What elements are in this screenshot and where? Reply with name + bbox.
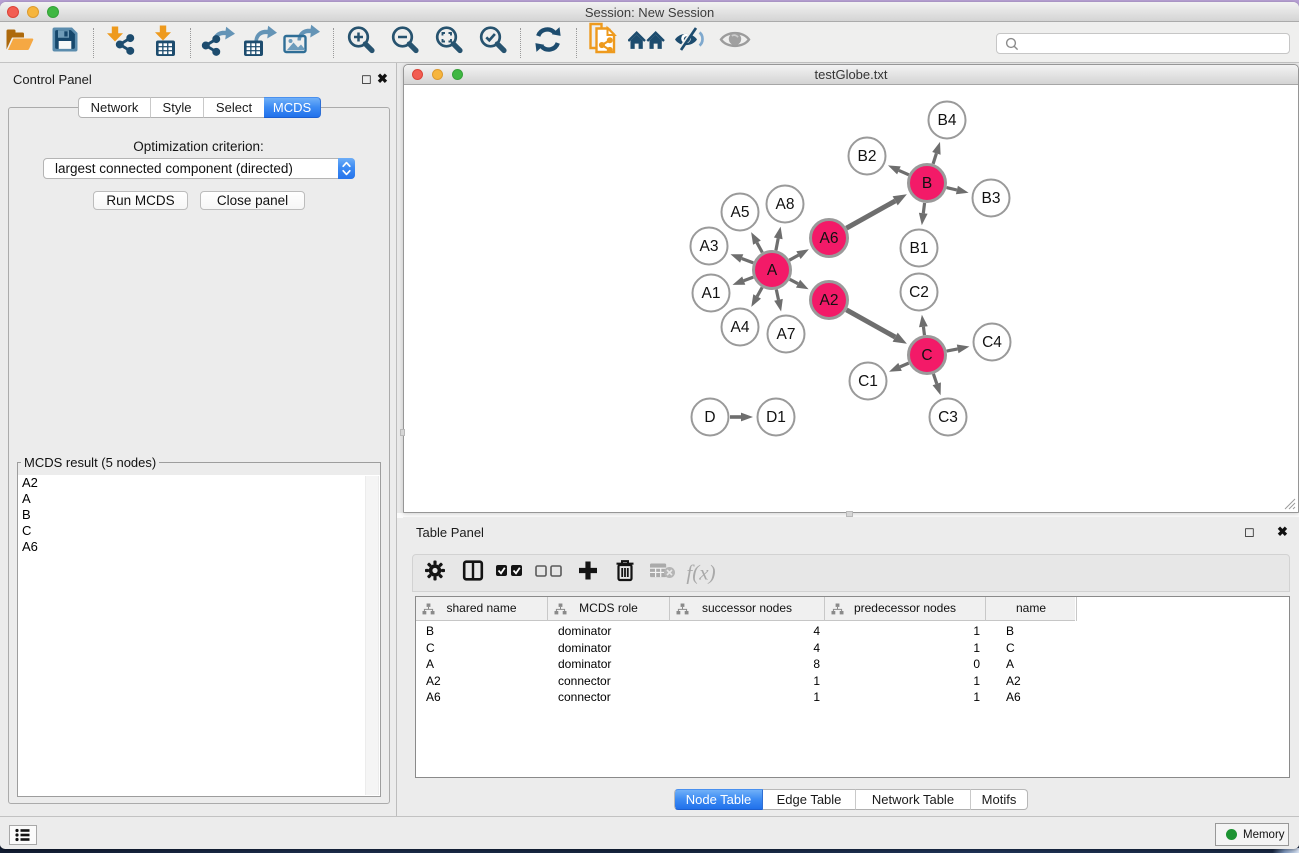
svg-text:B: B: [922, 175, 932, 192]
svg-text:A3: A3: [700, 238, 719, 255]
svg-text:C: C: [921, 347, 932, 364]
svg-text:C4: C4: [982, 334, 1002, 351]
svg-text:B2: B2: [858, 148, 877, 165]
svg-text:B4: B4: [938, 112, 957, 129]
svg-text:A4: A4: [731, 319, 750, 336]
svg-text:B1: B1: [910, 240, 929, 257]
svg-text:A: A: [767, 262, 778, 279]
svg-text:A1: A1: [702, 285, 721, 302]
svg-text:C1: C1: [858, 373, 878, 390]
svg-text:A2: A2: [820, 292, 839, 309]
svg-text:D: D: [704, 409, 715, 426]
svg-text:A6: A6: [820, 230, 839, 247]
svg-text:D1: D1: [766, 409, 786, 426]
svg-text:A7: A7: [777, 326, 796, 343]
svg-text:B3: B3: [982, 190, 1001, 207]
svg-text:A8: A8: [776, 196, 795, 213]
svg-text:C3: C3: [938, 409, 958, 426]
svg-text:A5: A5: [731, 204, 750, 221]
svg-text:C2: C2: [909, 284, 929, 301]
